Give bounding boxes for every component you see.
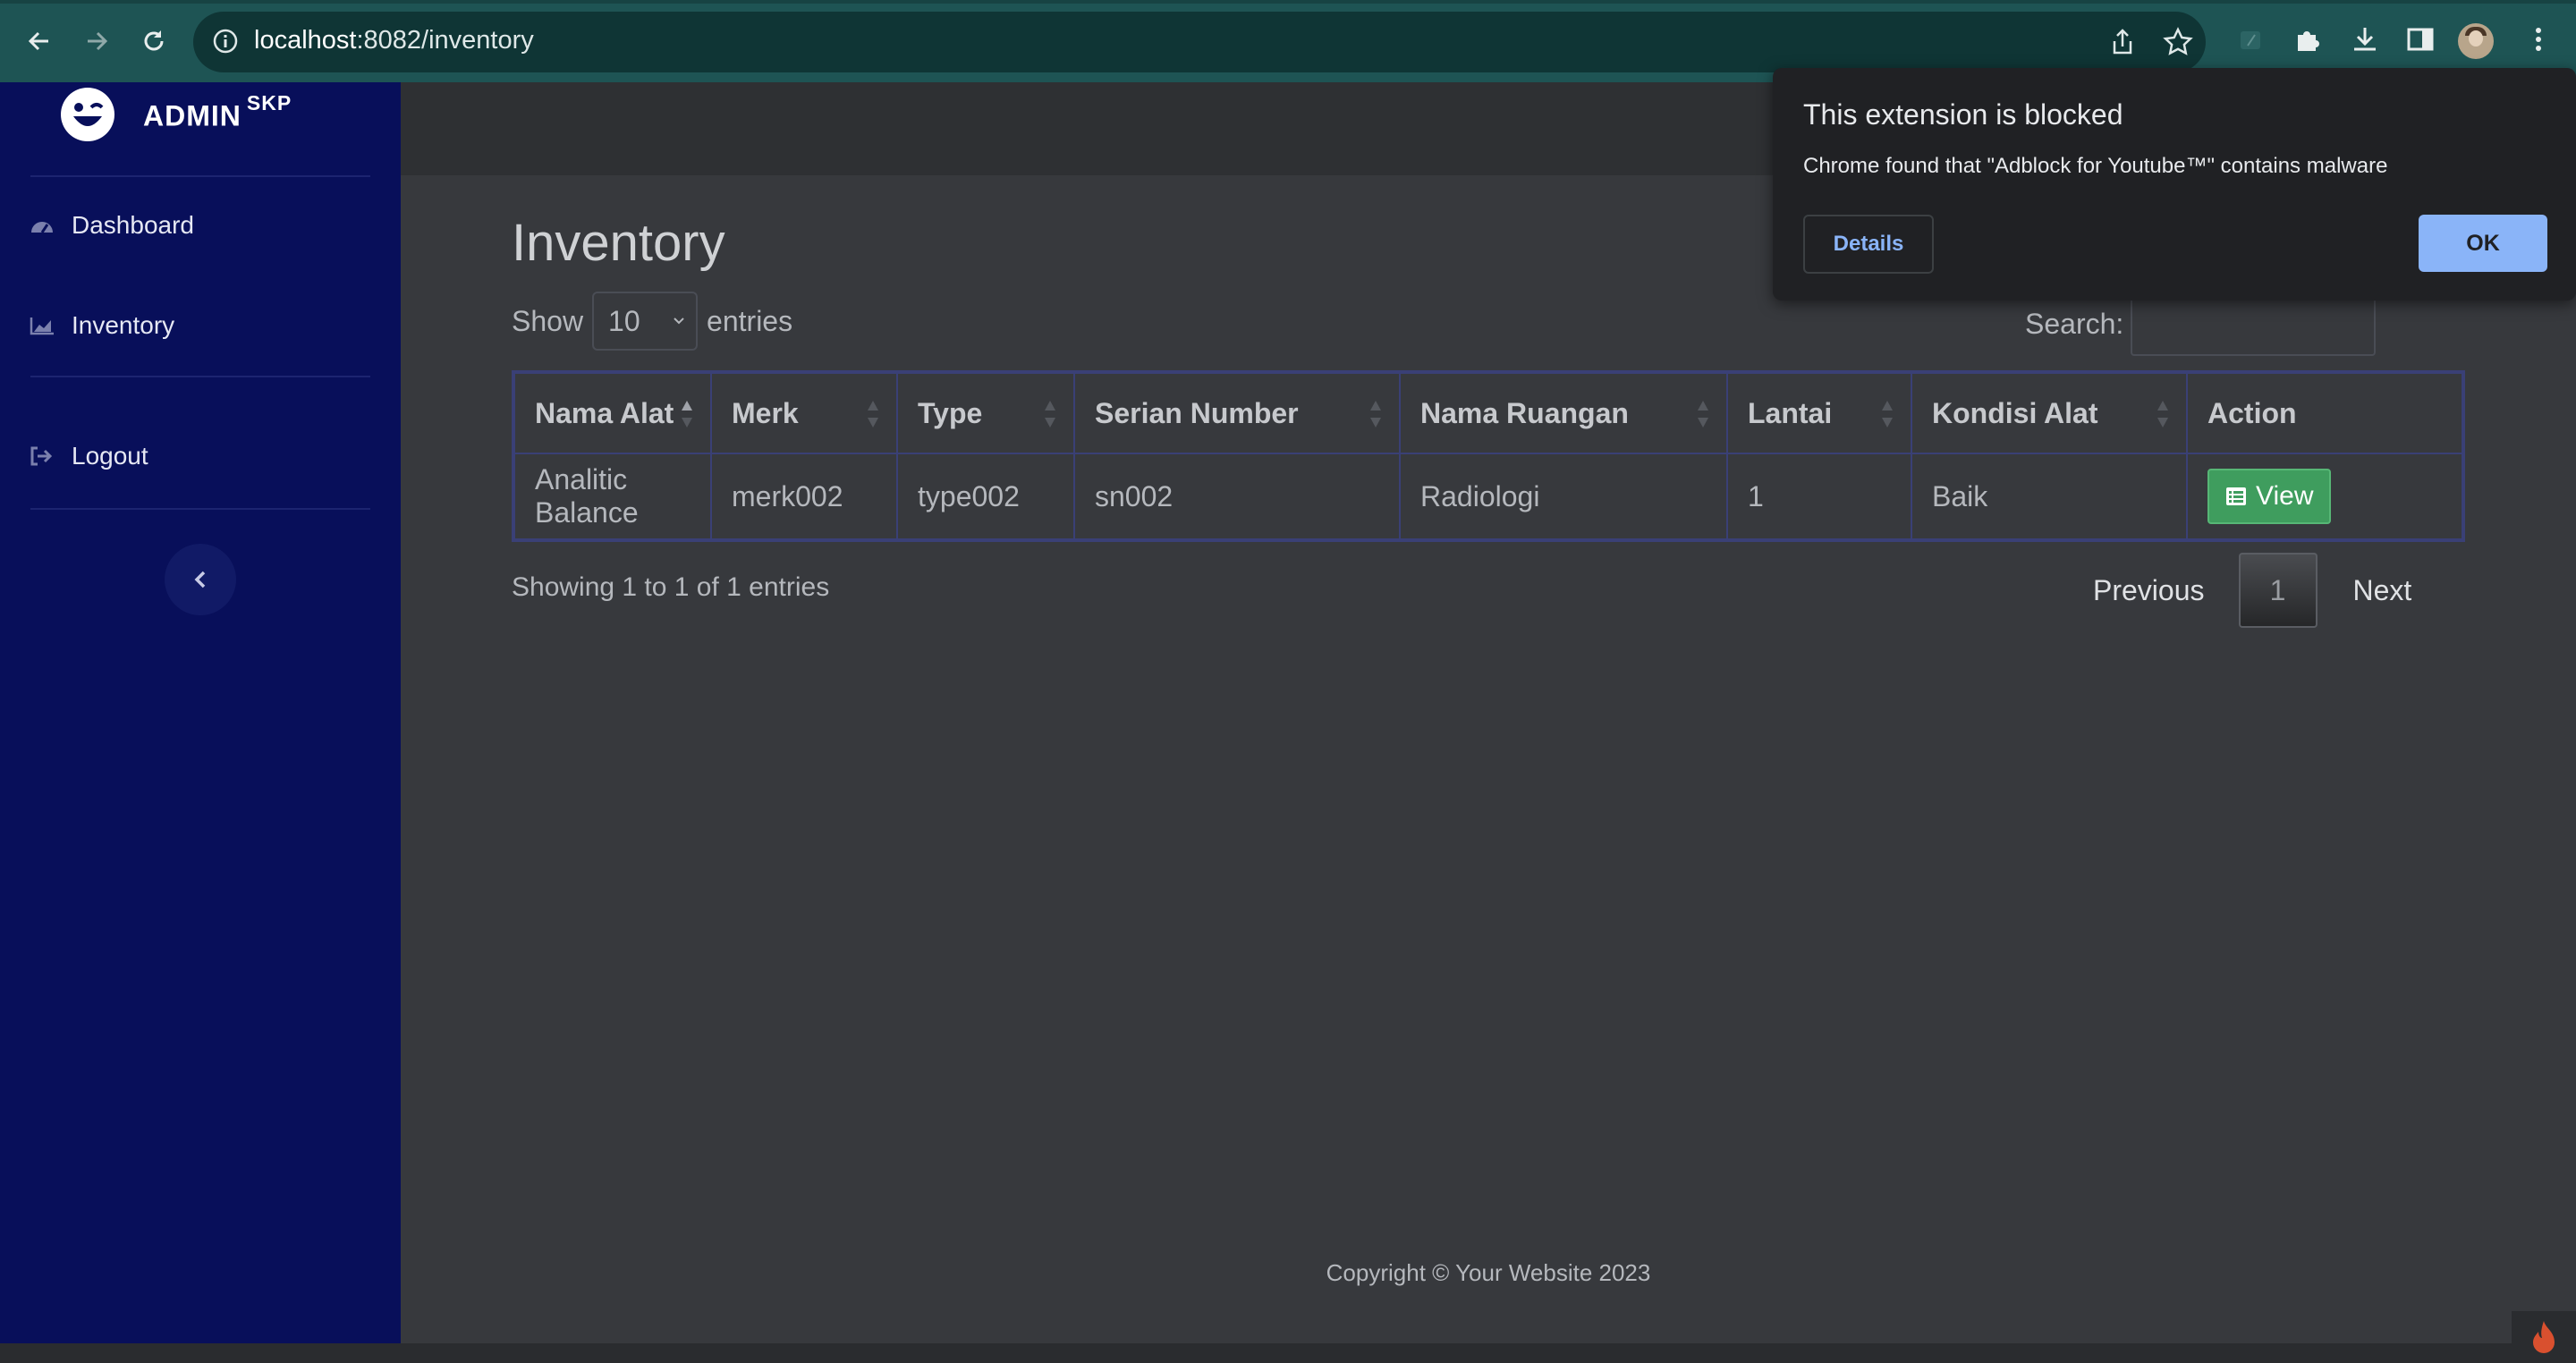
footer-copyright: Copyright © Your Website 2023 <box>1326 1259 1651 1286</box>
sidebar-divider <box>30 508 370 510</box>
debug-toolbar-toggle[interactable] <box>2512 1311 2576 1363</box>
previous-button[interactable]: Previous <box>2093 574 2205 607</box>
avatar-face <box>2469 30 2483 47</box>
site-info-icon[interactable] <box>211 27 240 55</box>
side-panel-icon[interactable] <box>2402 21 2438 57</box>
brand-text: ADMIN SKP <box>143 90 292 132</box>
forward-icon[interactable] <box>75 20 118 63</box>
profile-avatar[interactable] <box>2458 23 2494 59</box>
cell-serial-number: sn002 <box>1073 453 1401 541</box>
cell-lantai: 1 <box>1726 453 1912 541</box>
view-button[interactable]: View <box>2207 469 2332 524</box>
area-chart-icon <box>30 317 54 335</box>
column-header-lantai[interactable]: Lantai <box>1726 371 1912 454</box>
column-header-action: Action <box>2186 371 2464 454</box>
entries-length-control: Show 10 entries <box>512 292 792 351</box>
flame-icon <box>2533 1321 2555 1353</box>
cell-action: View <box>2186 453 2464 541</box>
sidebar-item-label: Inventory <box>72 311 175 339</box>
search-label: Search: <box>2025 307 2124 340</box>
extension-blocked-dialog: This extension is blocked Chrome found t… <box>1773 68 2576 301</box>
next-button[interactable]: Next <box>2353 574 2412 607</box>
entries-select-wrapper: 10 <box>583 292 707 351</box>
sidebar-item-inventory[interactable]: Inventory <box>29 311 174 340</box>
column-header-serian-number[interactable]: Serian Number <box>1073 371 1401 454</box>
sort-icon <box>1370 401 1381 428</box>
sidebar-divider <box>30 376 370 377</box>
sort-icon <box>1045 401 1055 428</box>
sort-icon <box>682 401 692 428</box>
table-search: Search: <box>2025 292 2377 356</box>
back-icon[interactable] <box>18 20 61 63</box>
entries-label: entries <box>707 304 793 337</box>
sort-icon <box>1882 401 1893 428</box>
sidebar-item-logout[interactable]: Logout <box>29 442 148 470</box>
table-row: Analitic Balance merk002 type002 sn002 R… <box>513 453 2464 541</box>
sidebar-toggle-button[interactable] <box>165 544 236 615</box>
page-button-current[interactable]: 1 <box>2238 553 2318 628</box>
dialog-title: This extension is blocked <box>1803 98 2123 131</box>
cell-kondisi-alat: Baik <box>1911 453 2188 541</box>
ok-button[interactable]: OK <box>2419 215 2547 272</box>
browser-menu-icon[interactable] <box>2521 21 2556 57</box>
column-header-kondisi-alat[interactable]: Kondisi Alat <box>1911 371 2188 454</box>
sidebar-item-label: Logout <box>72 442 148 470</box>
reload-icon[interactable] <box>132 20 175 63</box>
chevron-left-icon <box>194 571 206 588</box>
column-header-nama-ruangan[interactable]: Nama Ruangan <box>1399 371 1728 454</box>
table-header-row: Nama Alat Merk Type Serian Number Nama R… <box>513 371 2464 454</box>
details-button[interactable]: Details <box>1803 215 1934 274</box>
tab-strip-edge <box>0 0 2576 4</box>
share-icon[interactable] <box>2107 27 2138 57</box>
cell-nama-ruangan: Radiologi <box>1399 453 1728 541</box>
search-input[interactable] <box>2131 292 2377 356</box>
list-alt-icon <box>2226 487 2246 505</box>
page-title: Inventory <box>512 214 725 272</box>
tachometer-icon <box>31 222 53 233</box>
extension-blocked-icon[interactable] <box>2233 21 2268 57</box>
column-header-type[interactable]: Type <box>896 371 1075 454</box>
sidebar-item-label: Dashboard <box>72 211 194 239</box>
show-label: Show <box>512 304 584 337</box>
bottom-strip <box>0 1343 2576 1363</box>
brand[interactable]: ADMIN SKP <box>59 82 292 147</box>
address-bar[interactable]: localhost:8082/inventory <box>193 12 2206 72</box>
pagination: Previous 1 Next <box>2093 553 2411 628</box>
sidebar-item-dashboard[interactable]: Dashboard <box>29 211 194 240</box>
view-button-label: View <box>2256 481 2314 511</box>
cell-merk: merk002 <box>710 453 898 541</box>
table-info: Showing 1 to 1 of 1 entries <box>512 572 830 602</box>
cell-nama-alat: Analitic Balance <box>513 453 712 541</box>
laugh-wink-icon <box>61 88 114 141</box>
bookmark-star-icon[interactable] <box>2163 27 2193 57</box>
download-icon[interactable] <box>2347 21 2383 57</box>
sidebar-divider <box>30 175 370 177</box>
sort-icon <box>2157 401 2168 428</box>
column-header-merk[interactable]: Merk <box>710 371 898 454</box>
extensions-puzzle-icon[interactable] <box>2290 21 2326 57</box>
column-header-nama-alat[interactable]: Nama Alat <box>513 371 712 454</box>
cell-type: type002 <box>896 453 1075 541</box>
chevron-down-icon <box>674 317 684 325</box>
sign-out-icon <box>30 446 53 466</box>
sidebar: ADMIN SKP Dashboard Inventory Logout <box>0 82 401 1343</box>
inventory-table: Nama Alat Merk Type Serian Number Nama R… <box>512 370 2465 542</box>
url-text[interactable]: localhost:8082/inventory <box>254 26 534 55</box>
sort-icon <box>1698 401 1708 428</box>
dialog-message: Chrome found that "Adblock for Youtube™"… <box>1803 154 2388 178</box>
sort-icon <box>868 401 878 428</box>
